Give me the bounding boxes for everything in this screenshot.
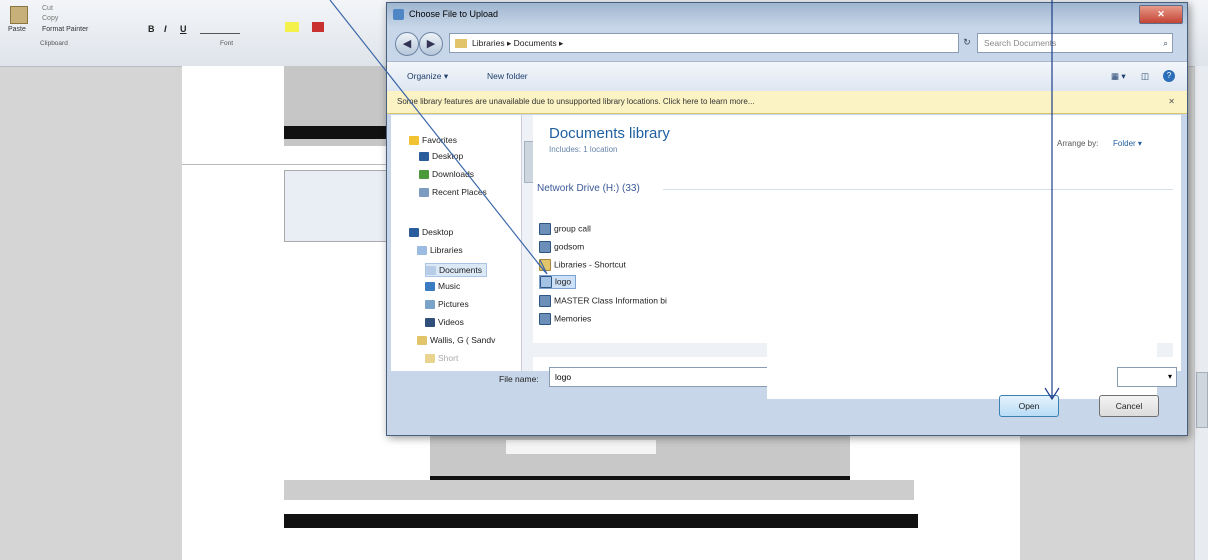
arrow-to-logo bbox=[329, 0, 546, 273]
annotation-arrows bbox=[329, 0, 1060, 401]
arrow-to-logo-head bbox=[536, 259, 548, 275]
